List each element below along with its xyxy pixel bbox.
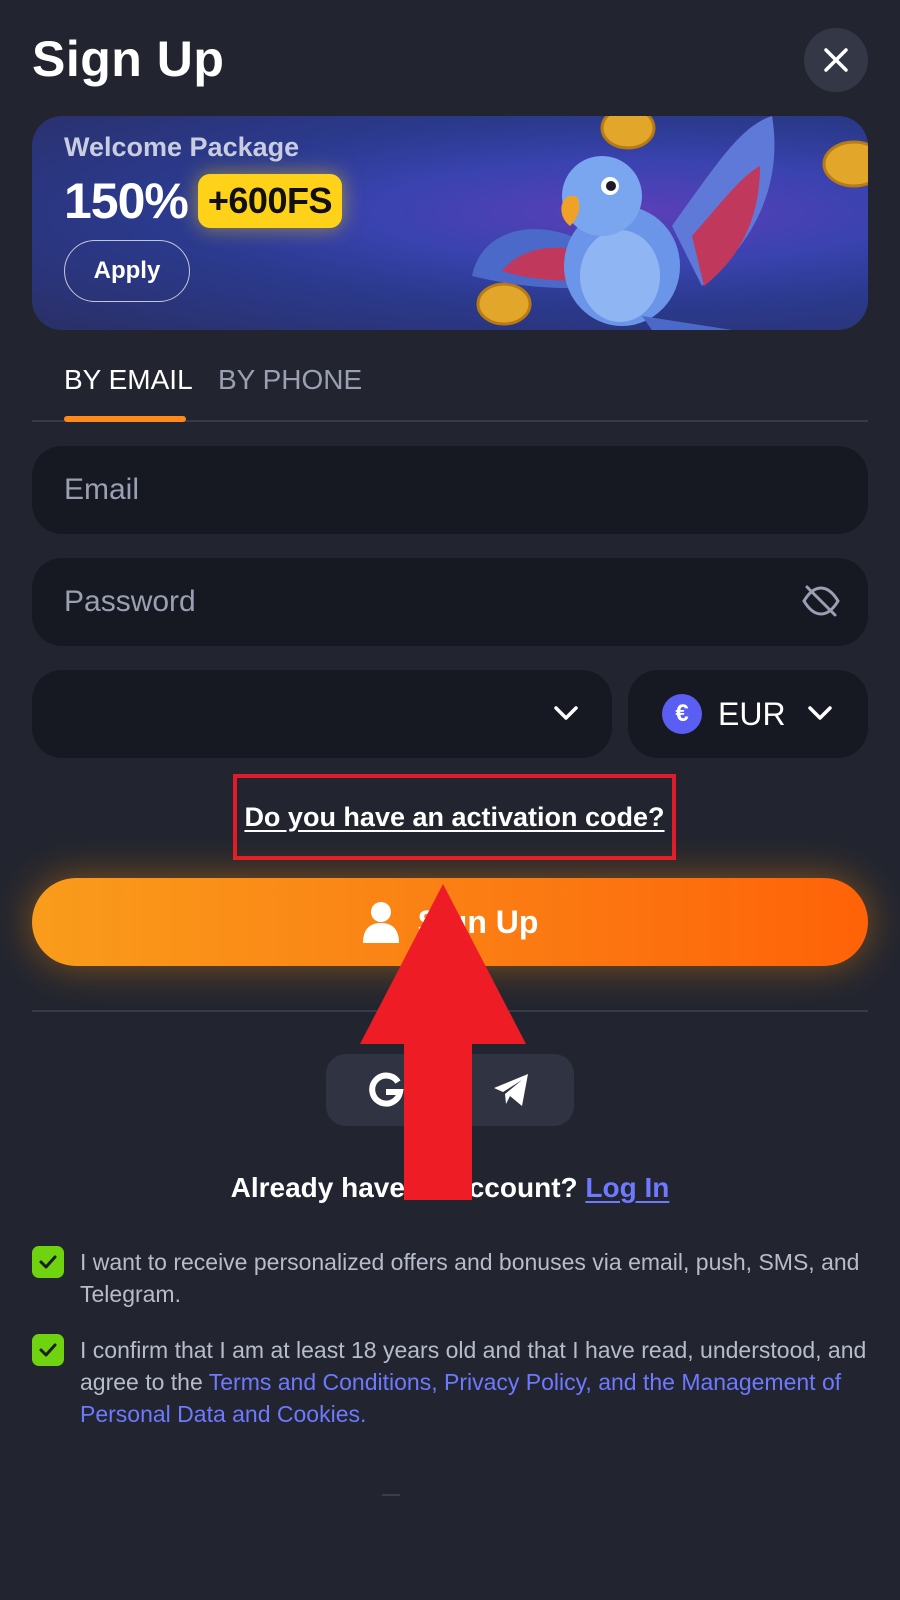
close-icon [824, 48, 848, 72]
email-placeholder: Email [64, 473, 140, 506]
activation-code-link[interactable]: Do you have an activation code? [237, 778, 672, 856]
chevron-down-icon [808, 706, 832, 720]
welcome-banner: Welcome Package 150% +600FS Apply [32, 116, 868, 330]
login-link[interactable]: Log In [585, 1172, 669, 1203]
close-button[interactable] [804, 28, 868, 92]
password-field[interactable]: Password [32, 558, 868, 646]
password-placeholder: Password [64, 585, 196, 618]
marketing-consent-text: I want to receive personalized offers an… [80, 1249, 860, 1307]
terms-consent-text: I confirm that I am at least 18 years ol… [80, 1334, 880, 1430]
chevron-down-icon [554, 706, 578, 720]
terms-checkbox[interactable] [32, 1334, 64, 1366]
apply-button[interactable]: Apply [64, 240, 190, 302]
currency-select[interactable]: € EUR [628, 670, 868, 758]
banner-offer: 150% +600FS [64, 172, 342, 230]
parrot-illustration [472, 116, 868, 330]
red-arrow-annotation [360, 884, 526, 1200]
currency-value: EUR [718, 696, 786, 732]
page-title: Sign Up [32, 31, 225, 87]
euro-icon: € [662, 694, 702, 734]
active-tab-indicator [64, 416, 186, 422]
check-icon [39, 1343, 57, 1357]
banner-percent: 150% [64, 173, 189, 229]
signup-method-tabs: BY EMAIL BY PHONE [32, 356, 868, 422]
footer-mark [382, 1494, 400, 1496]
tab-by-email[interactable]: BY EMAIL [64, 364, 193, 396]
banner-subtitle: Welcome Package [64, 132, 300, 162]
check-icon [39, 1255, 57, 1269]
marketing-checkbox[interactable] [32, 1246, 64, 1278]
eye-off-icon[interactable] [800, 580, 842, 622]
banner-free-spins-badge: +600FS [197, 174, 342, 228]
country-select[interactable] [32, 670, 612, 758]
email-field[interactable]: Email [32, 446, 868, 534]
tab-by-phone[interactable]: BY PHONE [218, 364, 362, 396]
activation-code-highlight: Do you have an activation code? [233, 774, 676, 860]
